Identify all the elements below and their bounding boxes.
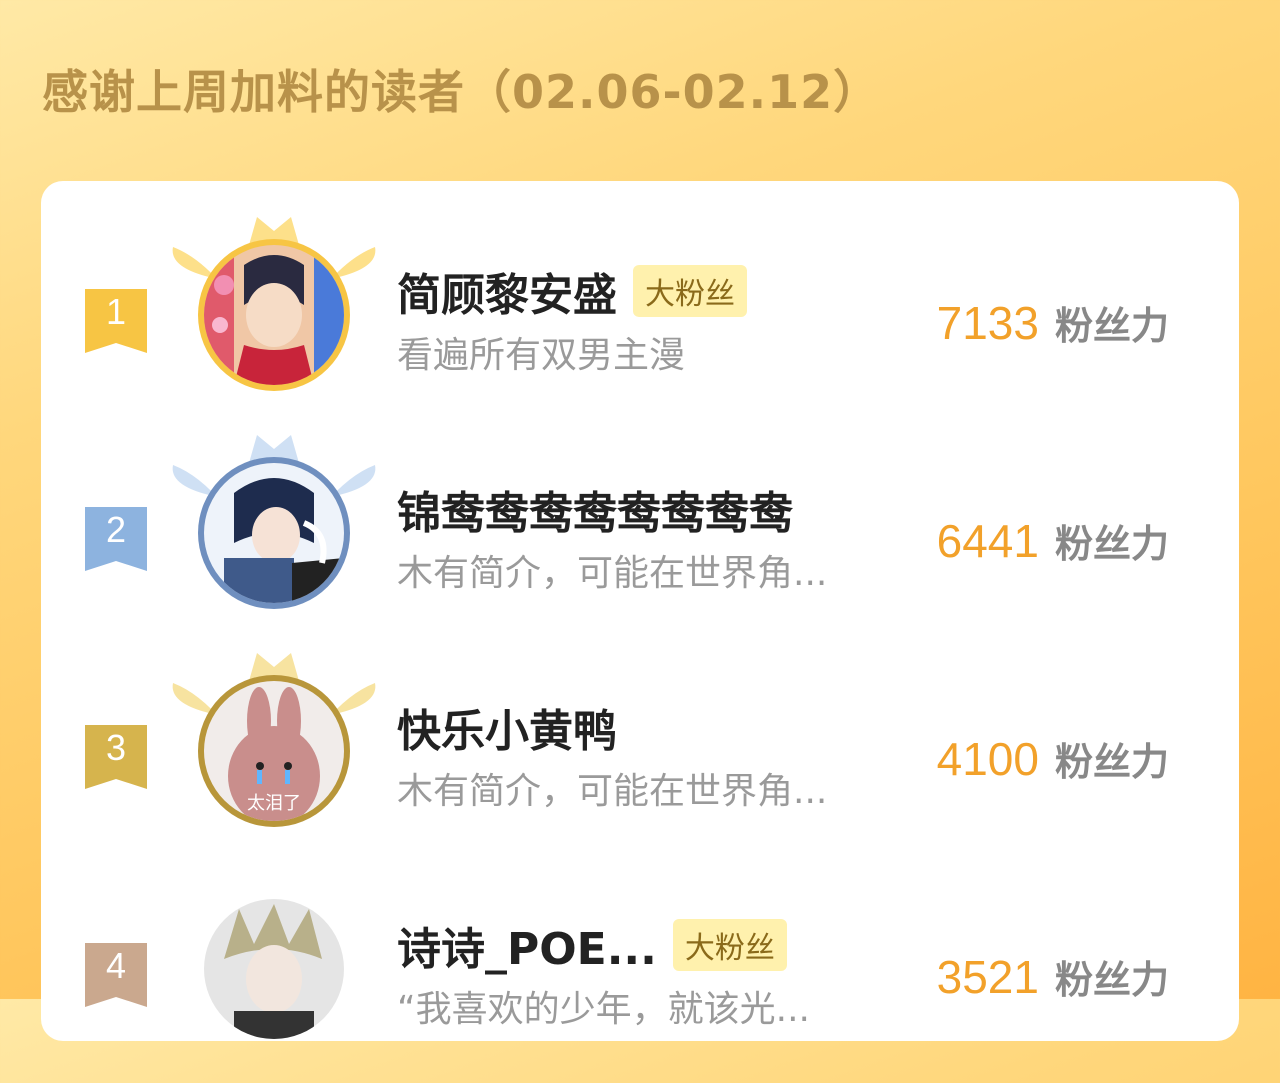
fan-power-unit: 粉丝力 bbox=[1054, 958, 1169, 1002]
fan-power: 3521 粉丝力 bbox=[937, 949, 1169, 1004]
fan-power-value: 6441 bbox=[936, 515, 1039, 567]
fan-power: 6441 粉丝力 bbox=[937, 513, 1169, 568]
avatar-frame-bronze[interactable]: 太泪了 bbox=[169, 653, 379, 843]
rank-flag-3: 3 bbox=[85, 725, 147, 789]
fan-power-unit: 粉丝力 bbox=[1054, 740, 1169, 784]
reader-bio: 木有简介，可能在世界角... bbox=[397, 553, 828, 594]
fan-power-value: 3521 bbox=[936, 951, 1039, 1003]
avatar: 太泪了 bbox=[204, 681, 344, 821]
fan-power: 7133 粉丝力 bbox=[937, 295, 1169, 350]
fan-power-unit: 粉丝力 bbox=[1054, 304, 1169, 348]
avatar-frame-silver[interactable] bbox=[169, 435, 379, 625]
avatar bbox=[204, 463, 344, 603]
avatar-frame-gold[interactable] bbox=[169, 217, 379, 407]
rank-flag-2: 2 bbox=[85, 507, 147, 571]
reader-name[interactable]: 锦鸯鸯鸯鸯鸯鸯鸯鸯 bbox=[397, 477, 793, 541]
avatar-caption: 太泪了 bbox=[247, 793, 301, 814]
fan-power-value: 7133 bbox=[936, 297, 1039, 349]
reader-bio: 看遍所有双男主漫 bbox=[397, 335, 686, 376]
rank-number: 3 bbox=[105, 727, 127, 768]
fan-power-unit: 粉丝力 bbox=[1054, 522, 1169, 566]
avatar bbox=[204, 245, 344, 385]
fan-power-value: 4100 bbox=[936, 733, 1039, 785]
reader-bio: “我喜欢的少年，就该光... bbox=[397, 989, 810, 1030]
reader-ranking-list: 1 简顾黎安盛 大粉丝 看遍所有双男主漫 7133 粉丝力 2 锦鸯鸯鸯鸯鸯鸯鸯… bbox=[41, 181, 1239, 1041]
big-fan-badge: 大粉丝 bbox=[672, 919, 787, 971]
reader-row-2[interactable]: 2 锦鸯鸯鸯鸯鸯鸯鸯鸯 木有简介，可能在世界角... 6441 粉丝力 bbox=[41, 429, 1239, 647]
reader-name[interactable]: 快乐小黄鸭 bbox=[397, 695, 617, 759]
rank-flag-1: 1 bbox=[85, 289, 147, 353]
big-fan-badge: 大粉丝 bbox=[633, 265, 747, 317]
reader-bio: 木有简介，可能在世界角... bbox=[397, 771, 828, 812]
rank-number: 2 bbox=[105, 509, 127, 550]
reader-row-1[interactable]: 1 简顾黎安盛 大粉丝 看遍所有双男主漫 7133 粉丝力 bbox=[41, 211, 1239, 429]
rank-flag-4: 4 bbox=[85, 943, 147, 1007]
reader-row-3[interactable]: 3 太泪了 快乐小黄鸭 木有简介，可能在世界角... 4100 粉丝力 bbox=[41, 647, 1239, 865]
avatar-frame[interactable] bbox=[169, 871, 379, 1061]
reader-row-4[interactable]: 4 诗诗_POE... 大粉丝 “我喜欢的少年，就该光... 3521 粉丝力 bbox=[41, 865, 1239, 1083]
rank-number: 4 bbox=[105, 945, 127, 986]
fan-power: 4100 粉丝力 bbox=[937, 731, 1169, 786]
page-title: 感谢上周加料的读者（02.06-02.12） bbox=[42, 65, 881, 119]
avatar bbox=[204, 899, 344, 1039]
rank-number: 1 bbox=[105, 291, 127, 332]
reader-name[interactable]: 诗诗_POE... bbox=[397, 913, 657, 977]
reader-name[interactable]: 简顾黎安盛 bbox=[397, 259, 617, 323]
